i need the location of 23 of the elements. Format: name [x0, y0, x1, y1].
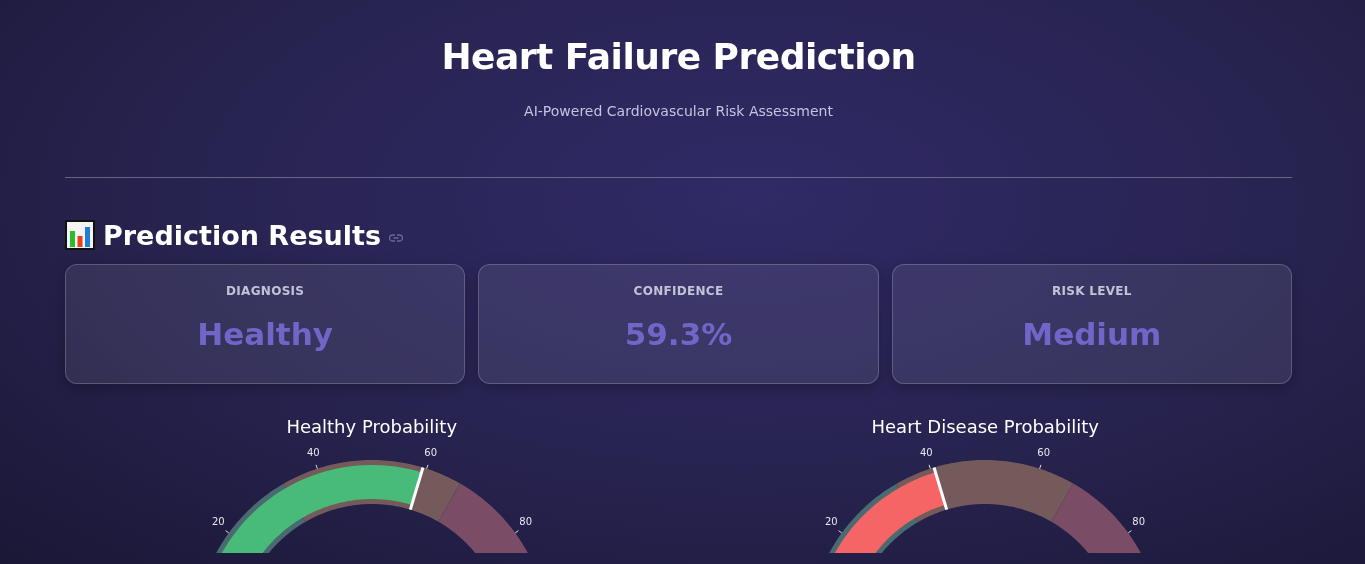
gauge-title: Healthy Probability: [286, 416, 458, 437]
gauge-tick-label: 80: [519, 516, 532, 528]
gauge-tick-label: 20: [211, 516, 225, 528]
gauge-title: Heart Disease Probability: [871, 416, 1099, 437]
card-label: CONFIDENCE: [633, 284, 724, 298]
card-label: DIAGNOSIS: [226, 284, 305, 298]
gauge-tick-label: 40: [306, 447, 320, 459]
page-subtitle: AI-Powered Cardiovascular Risk Assessment: [524, 103, 833, 119]
gauge-tick-label: 60: [1037, 447, 1051, 459]
threshold-line: [932, 467, 949, 511]
section-heading: Prediction Results: [103, 219, 381, 251]
gauge-tick-label: 60: [424, 447, 437, 459]
card-value: Medium: [1022, 316, 1162, 352]
threshold-line: [408, 467, 425, 511]
bar-chart-icon: [65, 220, 95, 250]
link-icon[interactable]: [388, 234, 403, 242]
card-label: RISK LEVEL: [1051, 284, 1132, 298]
gauge-tick-label: 40: [920, 447, 933, 459]
card-value: Healthy: [197, 316, 333, 352]
page-title: Heart Failure Prediction: [441, 36, 916, 77]
gauge-tick-label: 80: [1132, 516, 1146, 528]
gauge-tick-label: 20: [825, 516, 838, 528]
card-value: 59.3%: [624, 316, 733, 352]
